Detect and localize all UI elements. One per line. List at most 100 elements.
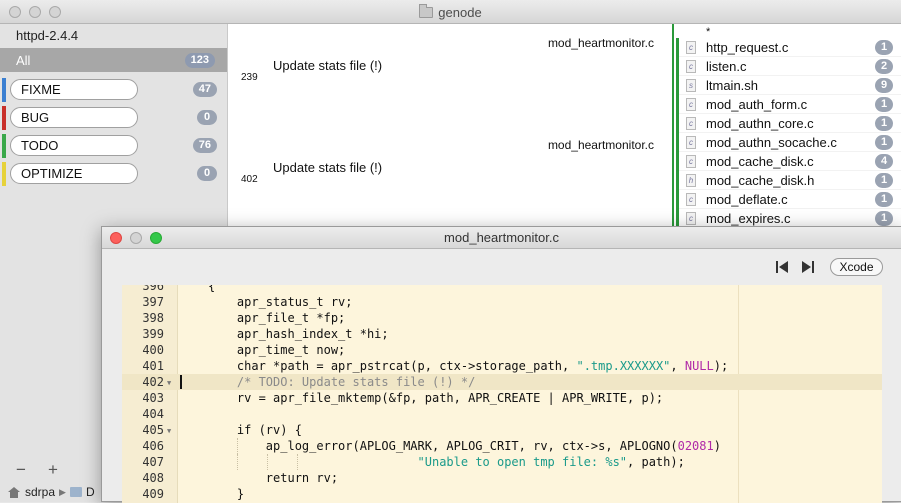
result-line-number: 402 xyxy=(241,174,258,185)
filter-optimize[interactable]: OPTIMIZE 0 xyxy=(0,161,227,186)
line-number: 404 xyxy=(142,407,164,421)
file-row[interactable]: h mod_cache_disk.h 1 xyxy=(676,171,901,190)
code-text: return rv; xyxy=(208,471,339,485)
file-row[interactable]: c http_request.c 1 xyxy=(676,38,901,57)
header-file-icon: h xyxy=(686,174,696,187)
file-row[interactable]: c mod_deflate.c 1 xyxy=(676,190,901,209)
folder-icon xyxy=(419,3,434,18)
filter-all-count: 123 xyxy=(184,53,215,68)
open-in-xcode-button[interactable]: Xcode xyxy=(830,258,883,276)
filter-color-stripe xyxy=(2,78,6,102)
filter-label: OPTIMIZE xyxy=(10,163,138,184)
line-number: 396 xyxy=(142,285,164,293)
code-line: 404 xyxy=(122,406,882,422)
result-item[interactable]: mod_heartmonitor.c Update stats file (!)… xyxy=(229,24,672,124)
code-line: 399 apr_hash_index_t *hi; xyxy=(122,326,882,342)
next-icon[interactable] xyxy=(802,261,816,273)
file-row[interactable]: c mod_auth_form.c 1 xyxy=(676,95,901,114)
result-text: Update stats file (!) xyxy=(273,58,383,73)
code-source: rv = apr_file_mktemp(&fp, path, APR_CREA… xyxy=(208,390,663,406)
line-number: 403 xyxy=(142,391,164,405)
code-text: char *path = apr_pstrcat(p, ctx->storage… xyxy=(208,359,577,373)
path-user[interactable]: sdrpa xyxy=(25,485,55,499)
filter-color-stripe xyxy=(2,162,6,186)
file-row[interactable]: c listen.c 2 xyxy=(676,57,901,76)
file-count: 1 xyxy=(875,97,893,112)
filter-label: BUG xyxy=(10,107,138,128)
file-count: 1 xyxy=(875,192,893,207)
code-source: /* TODO: Update stats file (!) */ xyxy=(208,374,475,390)
project-name[interactable]: httpd-2.4.4 xyxy=(16,28,78,43)
code-text: ) xyxy=(713,439,721,453)
file-count: 1 xyxy=(875,211,893,226)
folder-icon xyxy=(69,487,82,497)
file-marker xyxy=(676,190,679,209)
file-marker xyxy=(676,57,679,76)
file-name: mod_expires.c xyxy=(706,211,791,226)
preview-title: mod_heartmonitor.c xyxy=(444,230,559,245)
preview-toolbar: Xcode xyxy=(102,249,901,285)
result-line-number: 239 xyxy=(241,72,258,83)
home-icon xyxy=(8,486,21,498)
file-name: mod_cache_disk.h xyxy=(706,173,815,188)
code-source: return rv; xyxy=(208,470,338,486)
filter-label: TODO xyxy=(10,135,138,156)
file-row[interactable]: c mod_cache_disk.c 4 xyxy=(676,152,901,171)
code-source: apr_file_t *fp; xyxy=(208,310,345,326)
file-row[interactable]: c mod_authn_socache.c 1 xyxy=(676,133,901,152)
fold-arrow-icon[interactable]: ▼ xyxy=(167,427,171,435)
code-source: { xyxy=(208,285,215,294)
file-marker xyxy=(676,38,679,57)
filter-all[interactable]: All 123 xyxy=(0,48,227,72)
file-name: mod_cache_disk.c xyxy=(706,154,814,169)
file-marker xyxy=(676,133,679,152)
file-count: 4 xyxy=(875,154,893,169)
path-folder[interactable]: D xyxy=(86,485,95,499)
code-source: apr_hash_index_t *hi; xyxy=(208,326,389,342)
previous-icon[interactable] xyxy=(776,261,790,273)
filter-color-stripe xyxy=(2,134,6,158)
filter-count: 0 xyxy=(197,166,217,181)
result-item[interactable]: mod_heartmonitor.c Update stats file (!)… xyxy=(229,126,672,226)
c-file-icon: c xyxy=(686,212,696,225)
code-source: ap_log_error(APLOG_MARK, APLOG_CRIT, rv,… xyxy=(208,438,721,454)
c-file-icon: c xyxy=(686,41,696,54)
file-count: 1 xyxy=(875,116,893,131)
code-line: 396 { xyxy=(122,285,882,294)
code-source: if (rv) { xyxy=(208,422,302,438)
line-number: 409 xyxy=(142,487,164,501)
code-text: } xyxy=(208,487,245,501)
code-line: 401 char *path = apr_pstrcat(p, ctx->sto… xyxy=(122,358,882,374)
code-constant: 02081 xyxy=(677,439,714,453)
file-row[interactable]: s ltmain.sh 9 xyxy=(676,76,901,95)
window-title: genode xyxy=(438,4,482,20)
fold-arrow-icon[interactable]: ▼ xyxy=(167,379,171,387)
code-text: ); xyxy=(713,359,729,373)
preview-window: mod_heartmonitor.c Xcode 396 {397 apr_sta… xyxy=(101,226,901,503)
result-file: mod_heartmonitor.c xyxy=(547,36,654,50)
path-bar: sdrpa ▶ D xyxy=(0,482,100,502)
filter-fixme[interactable]: FIXME 47 xyxy=(0,77,227,102)
file-marker xyxy=(676,171,679,190)
filter-todo[interactable]: TODO 76 xyxy=(0,133,227,158)
filter-count: 76 xyxy=(192,138,217,153)
file-count: 1 xyxy=(875,173,893,188)
remove-button[interactable]: − xyxy=(16,460,26,480)
file-row[interactable]: c mod_authn_core.c 1 xyxy=(676,114,901,133)
result-text: Update stats file (!) xyxy=(273,160,383,175)
sidebar-footer: − + sdrpa ▶ D xyxy=(0,456,100,502)
filter-bug[interactable]: BUG 0 xyxy=(0,105,227,130)
file-list-header-label: * xyxy=(706,26,711,38)
code-source: apr_status_t rv; xyxy=(208,294,353,310)
code-editor[interactable]: 396{397 apr_status_t rv; 398 apr_file_t *… xyxy=(122,285,882,503)
code-line: 398 apr_file_t *fp; xyxy=(122,310,882,326)
file-count: 1 xyxy=(875,40,893,55)
code-text: apr_time_t now; xyxy=(208,343,346,357)
main-titlebar: genode xyxy=(0,0,901,24)
code-text: apr_file_t *fp; xyxy=(208,311,346,325)
code-source: char *path = apr_pstrcat(p, ctx->storage… xyxy=(208,358,728,374)
filter-label: FIXME xyxy=(10,79,138,100)
add-button[interactable]: + xyxy=(48,460,58,480)
line-number: 407 xyxy=(142,455,164,469)
